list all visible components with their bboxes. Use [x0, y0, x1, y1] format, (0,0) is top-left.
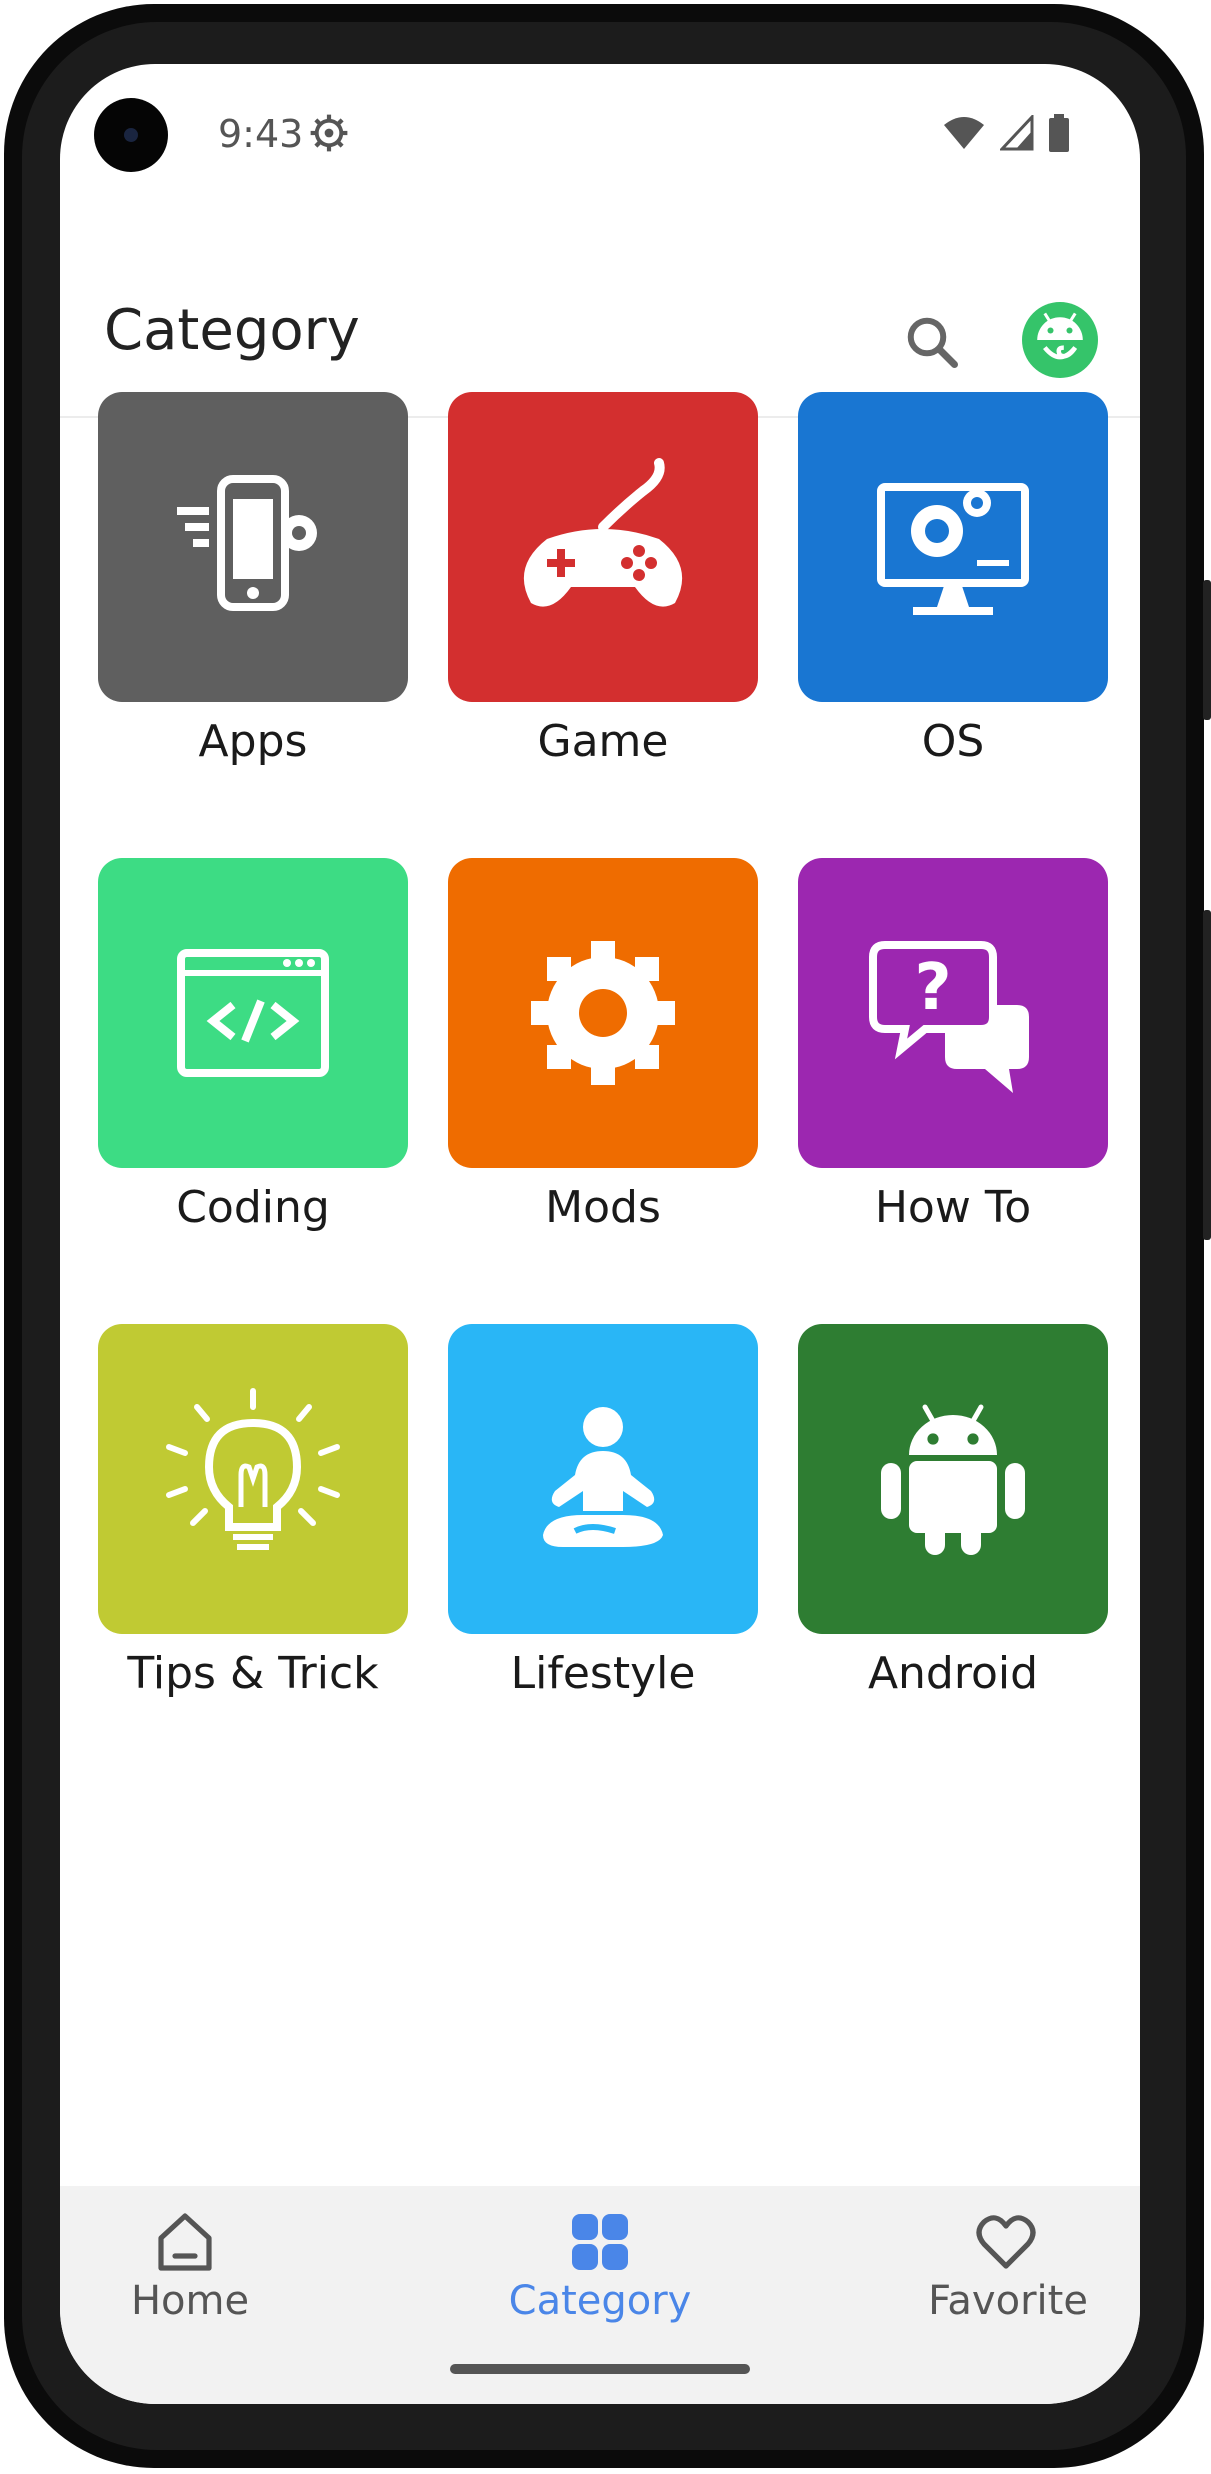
category-tile-mods[interactable] [448, 858, 758, 1168]
nav-favorite-label: Favorite [928, 2278, 1088, 2324]
category-tile-coding[interactable] [98, 858, 408, 1168]
status-icons [942, 114, 1070, 152]
category-label: OS [921, 716, 985, 767]
signal-icon [1000, 115, 1034, 151]
android-avatar-icon[interactable] [1022, 302, 1098, 378]
category-tile-android[interactable] [798, 1324, 1108, 1634]
category-tile-apps[interactable] [98, 392, 408, 702]
wifi-icon [944, 117, 984, 149]
front-camera [94, 98, 168, 172]
nav-favorite[interactable]: Favorite [878, 2186, 1138, 2336]
category-label: Apps [198, 716, 308, 767]
category-label: Tips & Trick [127, 1648, 379, 1699]
category-tile-lifestyle[interactable] [448, 1324, 758, 1634]
home-icon [158, 2213, 212, 2271]
gamepad-icon [523, 458, 683, 607]
category-tile-tips-trick[interactable] [98, 1324, 408, 1634]
code-window-icon [177, 949, 329, 1077]
category-label: Game [537, 716, 669, 767]
volume-button [1203, 580, 1211, 720]
category-tile-how-to[interactable]: ? [798, 858, 1108, 1168]
app-bar: Category [60, 224, 1140, 418]
category-tile-game[interactable] [448, 392, 758, 702]
phone-frame: 9:43 Category Apps Game OS Coding Mods ?… [0, 0, 1211, 2474]
android-icon [881, 1404, 1025, 1555]
category-label: Android [867, 1648, 1039, 1699]
nav-category-label: Category [508, 2278, 692, 2324]
category-label: Lifestyle [510, 1648, 696, 1699]
nav-home[interactable]: Home [60, 2186, 320, 2336]
heart-icon [976, 2215, 1036, 2269]
gesture-home-bar[interactable] [450, 2364, 750, 2374]
screen: 9:43 Category Apps Game OS Coding Mods ?… [60, 64, 1140, 2404]
status-time: 9:43 [218, 112, 304, 156]
settings-status-icon [310, 114, 348, 152]
meditation-icon [543, 1407, 663, 1547]
nav-category[interactable]: Category [470, 2186, 730, 2336]
category-label: How To [874, 1182, 1032, 1233]
category-tile-os[interactable] [798, 392, 1108, 702]
mods-gear-icon [531, 941, 675, 1085]
search-icon[interactable] [902, 312, 962, 372]
svg-text:?: ? [914, 951, 951, 1025]
lightbulb-icon [166, 1388, 340, 1550]
category-label: Coding [176, 1182, 330, 1233]
category-label: Mods [545, 1182, 661, 1233]
grid-icon [572, 2214, 628, 2270]
monitor-gear-icon [877, 483, 1029, 615]
page-title: Category [104, 298, 360, 363]
battery-icon [1049, 114, 1069, 152]
question-chat-icon: ? [869, 941, 1029, 1093]
smartphone-gear-icon [177, 475, 317, 611]
power-button [1203, 910, 1211, 1240]
nav-home-label: Home [130, 2278, 250, 2324]
